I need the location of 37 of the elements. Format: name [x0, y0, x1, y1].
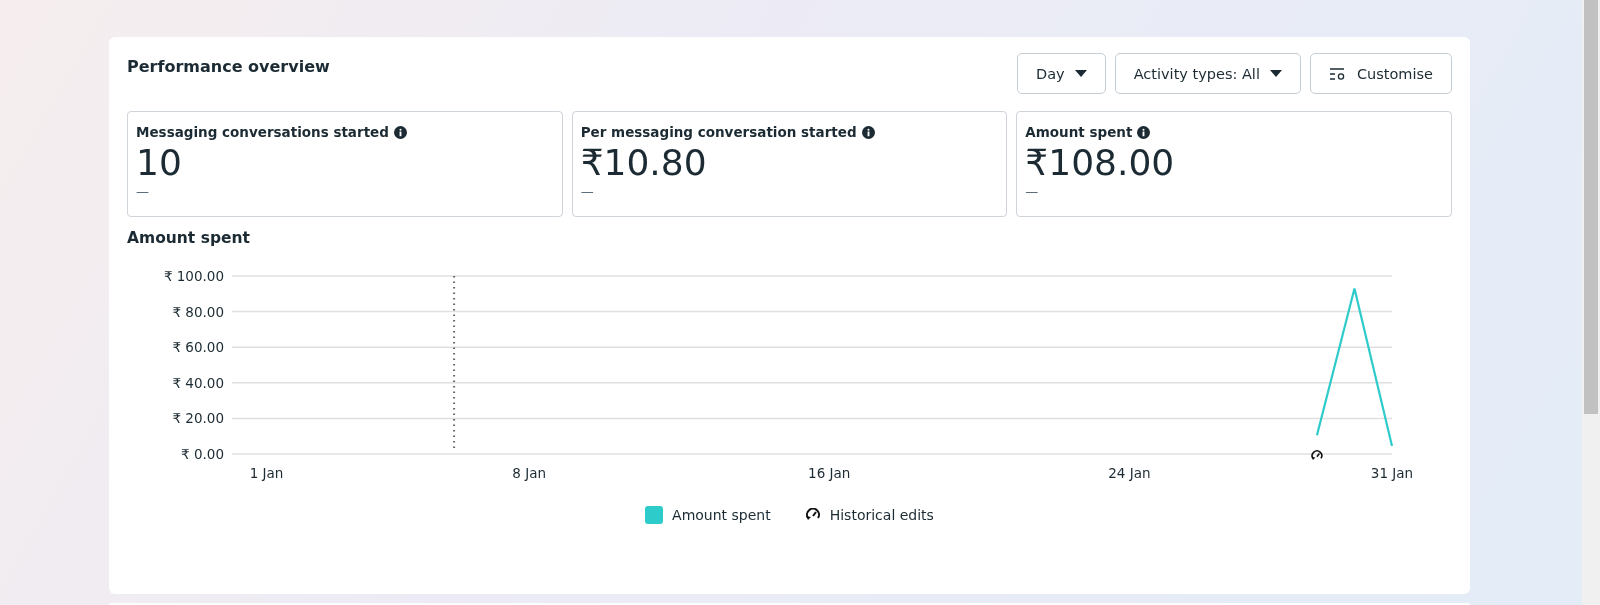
y-tick-label: ₹ 60.00 — [172, 339, 224, 356]
scrollbar[interactable] — [1582, 0, 1600, 605]
x-tick-label: 24 Jan — [1108, 465, 1151, 481]
metric-value: ₹108.00 — [1025, 142, 1176, 184]
metric-label: Messaging conversations started — [136, 124, 389, 140]
historical-edit-icon — [804, 508, 821, 522]
caret-icon — [1269, 70, 1282, 77]
historical-edit-icon — [1311, 450, 1323, 460]
legend-label: Historical edits — [829, 507, 934, 523]
customise-button[interactable]: Customise — [1309, 53, 1452, 94]
caret-icon — [1074, 70, 1087, 77]
info-icon[interactable] — [393, 125, 407, 139]
info-icon[interactable] — [1137, 125, 1151, 139]
metric-change: — — [136, 184, 150, 199]
x-tick-label: 16 Jan — [808, 465, 851, 481]
y-tick-label: ₹ 20.00 — [172, 410, 224, 427]
metric-change: — — [1025, 184, 1040, 199]
x-tick-label: 8 Jan — [512, 465, 546, 481]
metric-value: 10 — [136, 142, 183, 184]
scrollbar-thumb[interactable] — [1584, 0, 1598, 414]
metric-label: Amount spent — [1025, 124, 1133, 140]
card-title: Performance overview — [127, 57, 330, 76]
chart-title: Amount spent — [127, 229, 251, 247]
y-tick-label: ₹ 80.00 — [172, 303, 224, 320]
y-tick-label: ₹ 0.00 — [181, 446, 224, 462]
metric-change: — — [580, 184, 595, 199]
y-tick-label: ₹ 40.00 — [172, 374, 224, 391]
dropdown-button[interactable]: Day — [1017, 53, 1106, 94]
sliders-gear-icon — [1328, 66, 1347, 81]
metric-label: Per messaging conversation started — [580, 124, 857, 140]
y-tick-label: ₹ 100.00 — [163, 268, 224, 284]
x-tick-label: 31 Jan — [1370, 465, 1414, 481]
info-icon[interactable] — [861, 125, 875, 139]
legend-label: Amount spent — [672, 507, 771, 523]
metric-value: ₹10.80 — [580, 142, 708, 184]
x-tick-label: 1 Jan — [249, 465, 284, 481]
dropdown-button[interactable]: Activity types: All — [1114, 53, 1301, 94]
